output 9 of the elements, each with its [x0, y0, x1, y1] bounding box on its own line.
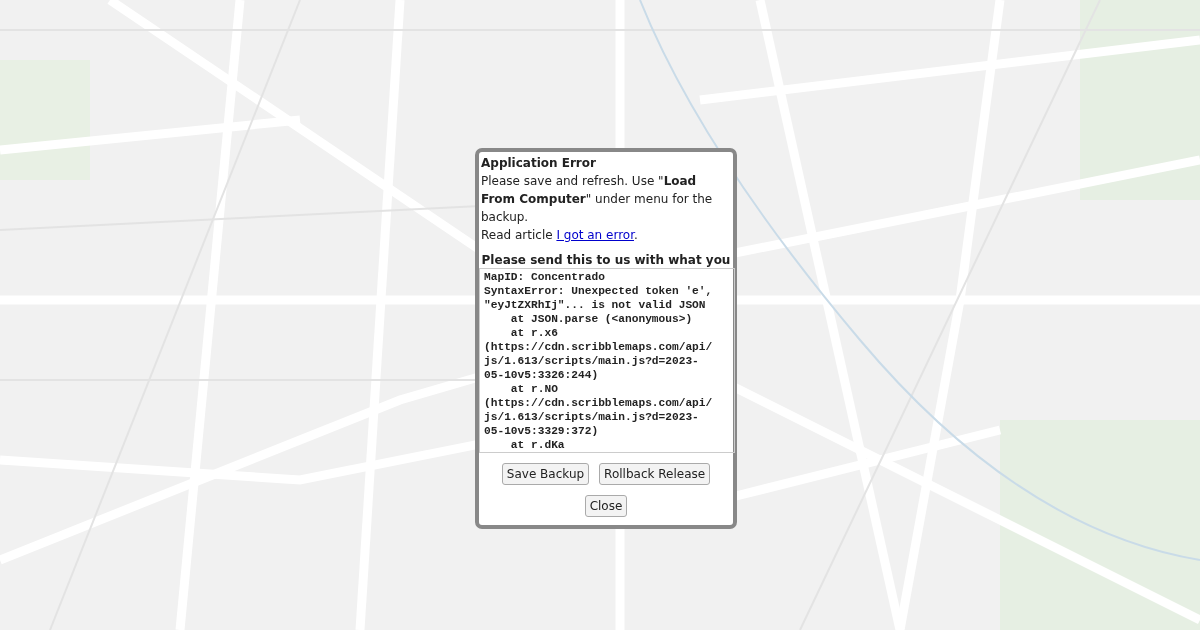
dialog-title: Application Error [481, 155, 597, 172]
dialog-button[interactable]: Rollback Release [599, 463, 711, 485]
article-link[interactable]: I got an error [556, 228, 634, 242]
close-button[interactable]: Close [584, 495, 628, 517]
dialog-button[interactable]: Save Backup [501, 463, 590, 485]
article-text: Read article I got an error. [481, 227, 639, 244]
error-message: Please save and refresh. Use "Load From Computer" under menu for the backup. [481, 173, 714, 226]
error-log-field[interactable]: MapID: Concentrado SyntaxError: Unexpected token 'e', "eyJtZXRhIj"... is not valid JSON at JSON.parse (<anonymous>) at r.x6 (https://cdn.scribblemaps.com/api/ js/1.613/scripts/main.js?d=2023- 05-10v5:3326:244) at r.NO (https://cdn.scribblemaps.com/api/ js/1.613/scripts/main.js?d=2023- 05-10v5:3329:372) at r.dKa [479, 268, 735, 453]
send-instruction: Please send this to us with what you [481, 252, 731, 268]
